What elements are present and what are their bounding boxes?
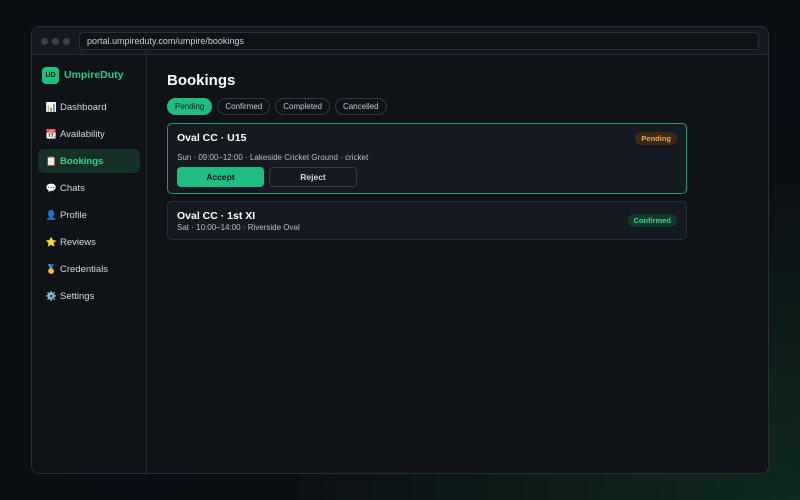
sidebar-item-label: Availability [60, 128, 105, 140]
tab-confirmed[interactable]: Confirmed [217, 98, 271, 115]
status-tabs: Pending Confirmed Completed Cancelled [167, 98, 392, 115]
brand-logo: UD [42, 66, 59, 84]
sidebar-item-reviews[interactable]: ⭐ Reviews [38, 230, 140, 254]
sidebar-item-availability[interactable]: 📆 Availability [38, 122, 140, 146]
booking-meta: Sun · 09:00–12:00 · Lakeside Cricket Gro… [177, 153, 369, 162]
sidebar-item-chats[interactable]: 💬 Chats [38, 176, 140, 200]
booking-meta: Sat · 10:00–14:00 · Riverside Oval [177, 223, 300, 232]
browser-window: portal.umpireduty.com/umpire/bookings UD… [31, 26, 769, 474]
sidebar-item-credentials[interactable]: 🥇 Credentials [38, 257, 140, 281]
gear-icon: ⚙️ [45, 290, 58, 301]
booking-title: Oval CC · U15 [177, 132, 247, 144]
sidebar-item-bookings[interactable]: 📋 Bookings [38, 149, 140, 173]
sidebar-item-label: Bookings [60, 155, 104, 167]
page-title: Bookings [167, 72, 236, 89]
booking-card[interactable]: Oval CC · U15 Pending Sun · 09:00–12:00 … [167, 123, 687, 194]
close-window-dot[interactable] [41, 38, 48, 45]
maximize-window-dot[interactable] [63, 38, 70, 45]
sidebar-item-settings[interactable]: ⚙️ Settings [38, 284, 140, 308]
star-icon: ⭐ [45, 236, 58, 247]
brand-name: UmpireDuty [64, 69, 124, 81]
brand[interactable]: UD UmpireDuty [42, 66, 124, 84]
calendar-icon: 📆 [45, 128, 58, 139]
user-icon: 👤 [45, 209, 58, 220]
browser-titlebar: portal.umpireduty.com/umpire/bookings [32, 27, 768, 55]
sidebar-item-label: Reviews [60, 236, 96, 248]
main-content: Bookings Pending Confirmed Completed Can… [148, 55, 768, 473]
medal-icon: 🥇 [45, 263, 58, 274]
speech-bubble-icon: 💬 [45, 182, 58, 193]
sidebar-item-label: Profile [60, 209, 87, 221]
sidebar-item-profile[interactable]: 👤 Profile [38, 203, 140, 227]
booking-title: Oval CC · 1st XI [177, 210, 256, 222]
sidebar-item-label: Dashboard [60, 101, 107, 113]
status-badge: Confirmed [627, 214, 677, 227]
minimize-window-dot[interactable] [52, 38, 59, 45]
accept-button[interactable]: Accept [177, 167, 264, 187]
tab-cancelled[interactable]: Cancelled [334, 98, 387, 115]
bar-chart-icon: 📊 [45, 101, 58, 112]
address-bar[interactable]: portal.umpireduty.com/umpire/bookings [79, 32, 759, 50]
sidebar-item-label: Credentials [60, 263, 109, 275]
reject-button[interactable]: Reject [269, 167, 357, 187]
sidebar-item-label: Chats [60, 182, 85, 194]
sidebar-item-dashboard[interactable]: 📊 Dashboard [38, 95, 140, 119]
sidebar-nav: 📊 Dashboard 📆 Availability 📋 Bookings 💬 … [38, 95, 140, 311]
booking-card[interactable]: Oval CC · 1st XI Confirmed Sat · 10:00–1… [167, 201, 687, 240]
sidebar-item-label: Settings [60, 290, 95, 302]
sidebar: UD UmpireDuty 📊 Dashboard 📆 Availability… [32, 55, 147, 473]
clipboard-icon: 📋 [45, 155, 58, 166]
tab-completed[interactable]: Completed [275, 98, 330, 115]
status-badge: Pending [635, 132, 677, 145]
tab-pending[interactable]: Pending [167, 98, 213, 115]
